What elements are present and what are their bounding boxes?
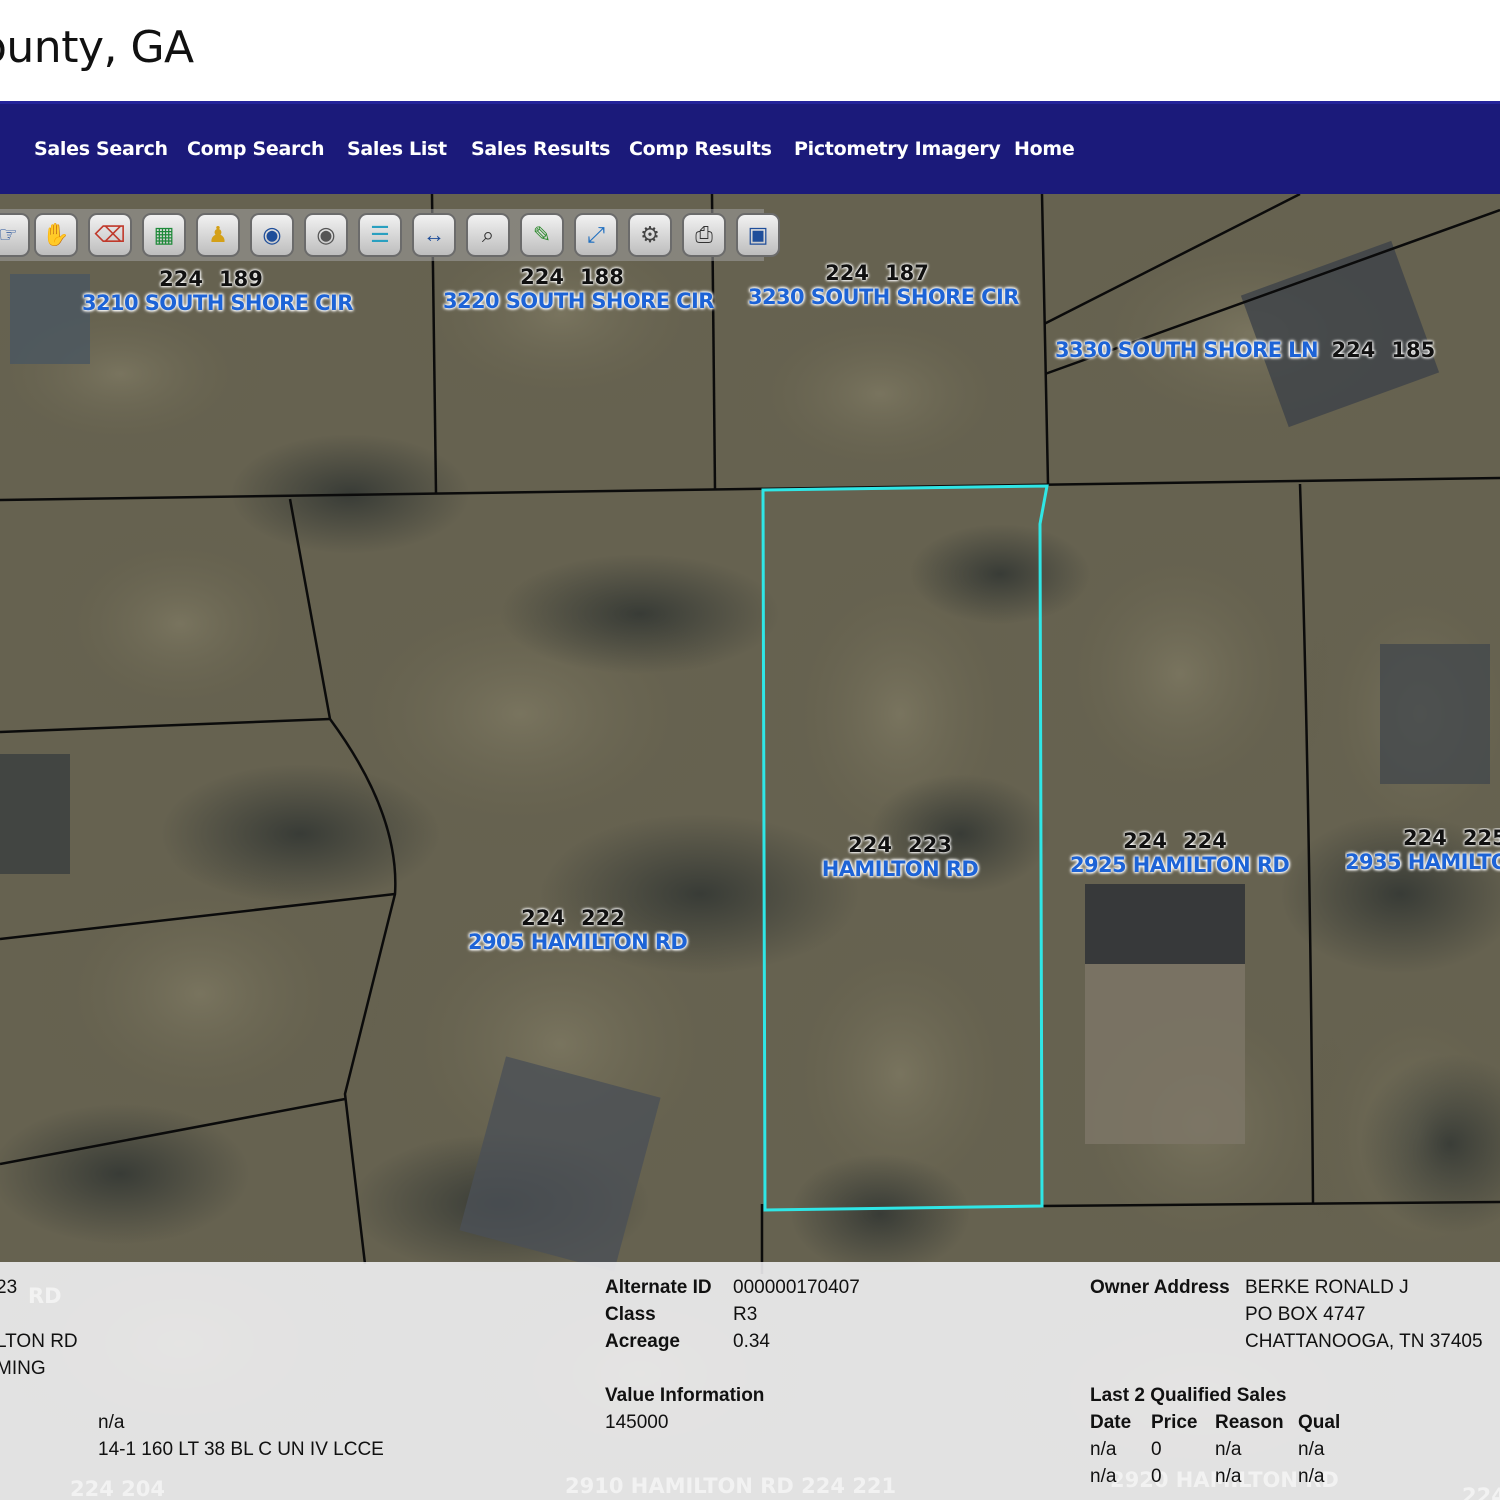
class-label: Class (605, 1304, 656, 1325)
legal-description: 14-1 160 LT 38 BL C UN IV LCCE (98, 1439, 384, 1460)
measure-icon[interactable]: ↔ (412, 213, 456, 257)
nav-pictometry-imagery[interactable]: Pictometry Imagery (794, 138, 1001, 160)
hand-icon[interactable]: ✋ (34, 213, 78, 257)
nav-comp-search[interactable]: Comp Search (187, 138, 325, 160)
camera-icon[interactable]: ◉ (304, 213, 348, 257)
owner-street: PO BOX 4747 (1245, 1304, 1366, 1325)
save-icon[interactable]: ▣ (736, 213, 780, 257)
sales-cell: n/a (1298, 1439, 1325, 1460)
left-value: n/a (98, 1412, 125, 1433)
ghost-label: 224 204 (70, 1477, 165, 1501)
sales-cell: n/a (1090, 1466, 1117, 1487)
address-fragment: LTON RD (0, 1331, 78, 1352)
sales-header-price: Price (1151, 1412, 1198, 1433)
identify-icon[interactable]: ♟ (196, 213, 240, 257)
class-value: R3 (733, 1304, 758, 1325)
sales-cell: n/a (1090, 1439, 1117, 1460)
parcel-label[interactable]: 3330 SOUTH SHORE LN 224 185 (1055, 340, 1443, 361)
alternate-id-value: 000000170407 (733, 1277, 860, 1298)
legend-icon[interactable]: ☰ (358, 213, 402, 257)
acreage-value: 0.34 (733, 1331, 770, 1352)
nav-home[interactable]: Home (1014, 138, 1075, 160)
sales-cell: 0 (1151, 1439, 1162, 1460)
nav-sales-results[interactable]: Sales Results (471, 138, 610, 160)
sales-cell: n/a (1298, 1466, 1325, 1487)
value-amount: 145000 (605, 1412, 669, 1433)
nav-sales-search[interactable]: Sales Search (34, 138, 168, 160)
nav-bar: Sales Search Comp Search Sales List Sale… (0, 101, 1500, 194)
extent-icon[interactable]: ⤢ (574, 213, 618, 257)
sales-cell: n/a (1215, 1439, 1242, 1460)
nav-comp-results[interactable]: Comp Results (629, 138, 772, 160)
sales-header-qual: Qual (1298, 1412, 1341, 1433)
value-information-label: Value Information (605, 1385, 765, 1406)
globe-icon[interactable]: ◉ (250, 213, 294, 257)
zoom-icon[interactable]: ⌕ (466, 213, 510, 257)
header: ounty, GA (0, 0, 1500, 101)
parcel-label-selected[interactable]: 224 223 HAMILTON RD (800, 835, 1000, 880)
parcel-label[interactable]: 224 189 3210 SOUTH SHORE CIR (82, 269, 353, 314)
parcel-label[interactable]: 224 188 3220 SOUTH SHORE CIR (443, 267, 714, 312)
layers-icon[interactable]: ⚙ (628, 213, 672, 257)
sales-cell: 0 (1151, 1466, 1162, 1487)
parcel-label[interactable]: 224 187 3230 SOUTH SHORE CIR (748, 263, 1019, 308)
sales-header-reason: Reason (1215, 1412, 1284, 1433)
ghost-label: RD (28, 1284, 62, 1308)
parcel-label[interactable]: 224225 2935 HAMILTON (1345, 828, 1500, 873)
parcel-id-fragment: 23 (0, 1277, 18, 1298)
owner-city: CHATTANOOGA, TN 37405 (1245, 1331, 1483, 1352)
select-icon[interactable]: ▦ (142, 213, 186, 257)
ghost-label: 2910 HAMILTON RD 224 221 (565, 1474, 897, 1498)
eraser-icon[interactable]: ⌫ (88, 213, 132, 257)
parcel-label[interactable]: 224 222 2905 HAMILTON RD (468, 908, 688, 953)
draw-icon[interactable]: ✎ (520, 213, 564, 257)
sales-header-date: Date (1090, 1412, 1132, 1433)
map-toolbar: ☞ ✋ ⌫ ▦ ♟ ◉ ◉ ☰ ↔ ⌕ ✎ ⤢ ⚙ ⎙ ▣ (0, 209, 780, 261)
print-icon[interactable]: ⎙ (682, 213, 726, 257)
ghost-label: 224 (1462, 1484, 1500, 1508)
district-fragment: MING (0, 1358, 46, 1379)
parcel-label[interactable]: 224 224 2925 HAMILTON RD (1070, 831, 1290, 876)
sales-cell: n/a (1215, 1466, 1242, 1487)
pan-icon[interactable]: ☞ (0, 213, 30, 257)
acreage-label: Acreage (605, 1331, 680, 1352)
alternate-id-label: Alternate ID (605, 1277, 712, 1298)
nav-sales-list[interactable]: Sales List (347, 138, 447, 160)
parcel-info-panel: RD 224 204 2910 HAMILTON RD 224 221 2920… (0, 1262, 1500, 1508)
owner-name: BERKE RONALD J (1245, 1277, 1409, 1298)
owner-address-label: Owner Address (1090, 1277, 1230, 1298)
sales-title: Last 2 Qualified Sales (1090, 1385, 1287, 1406)
site-title: ounty, GA (0, 22, 194, 73)
